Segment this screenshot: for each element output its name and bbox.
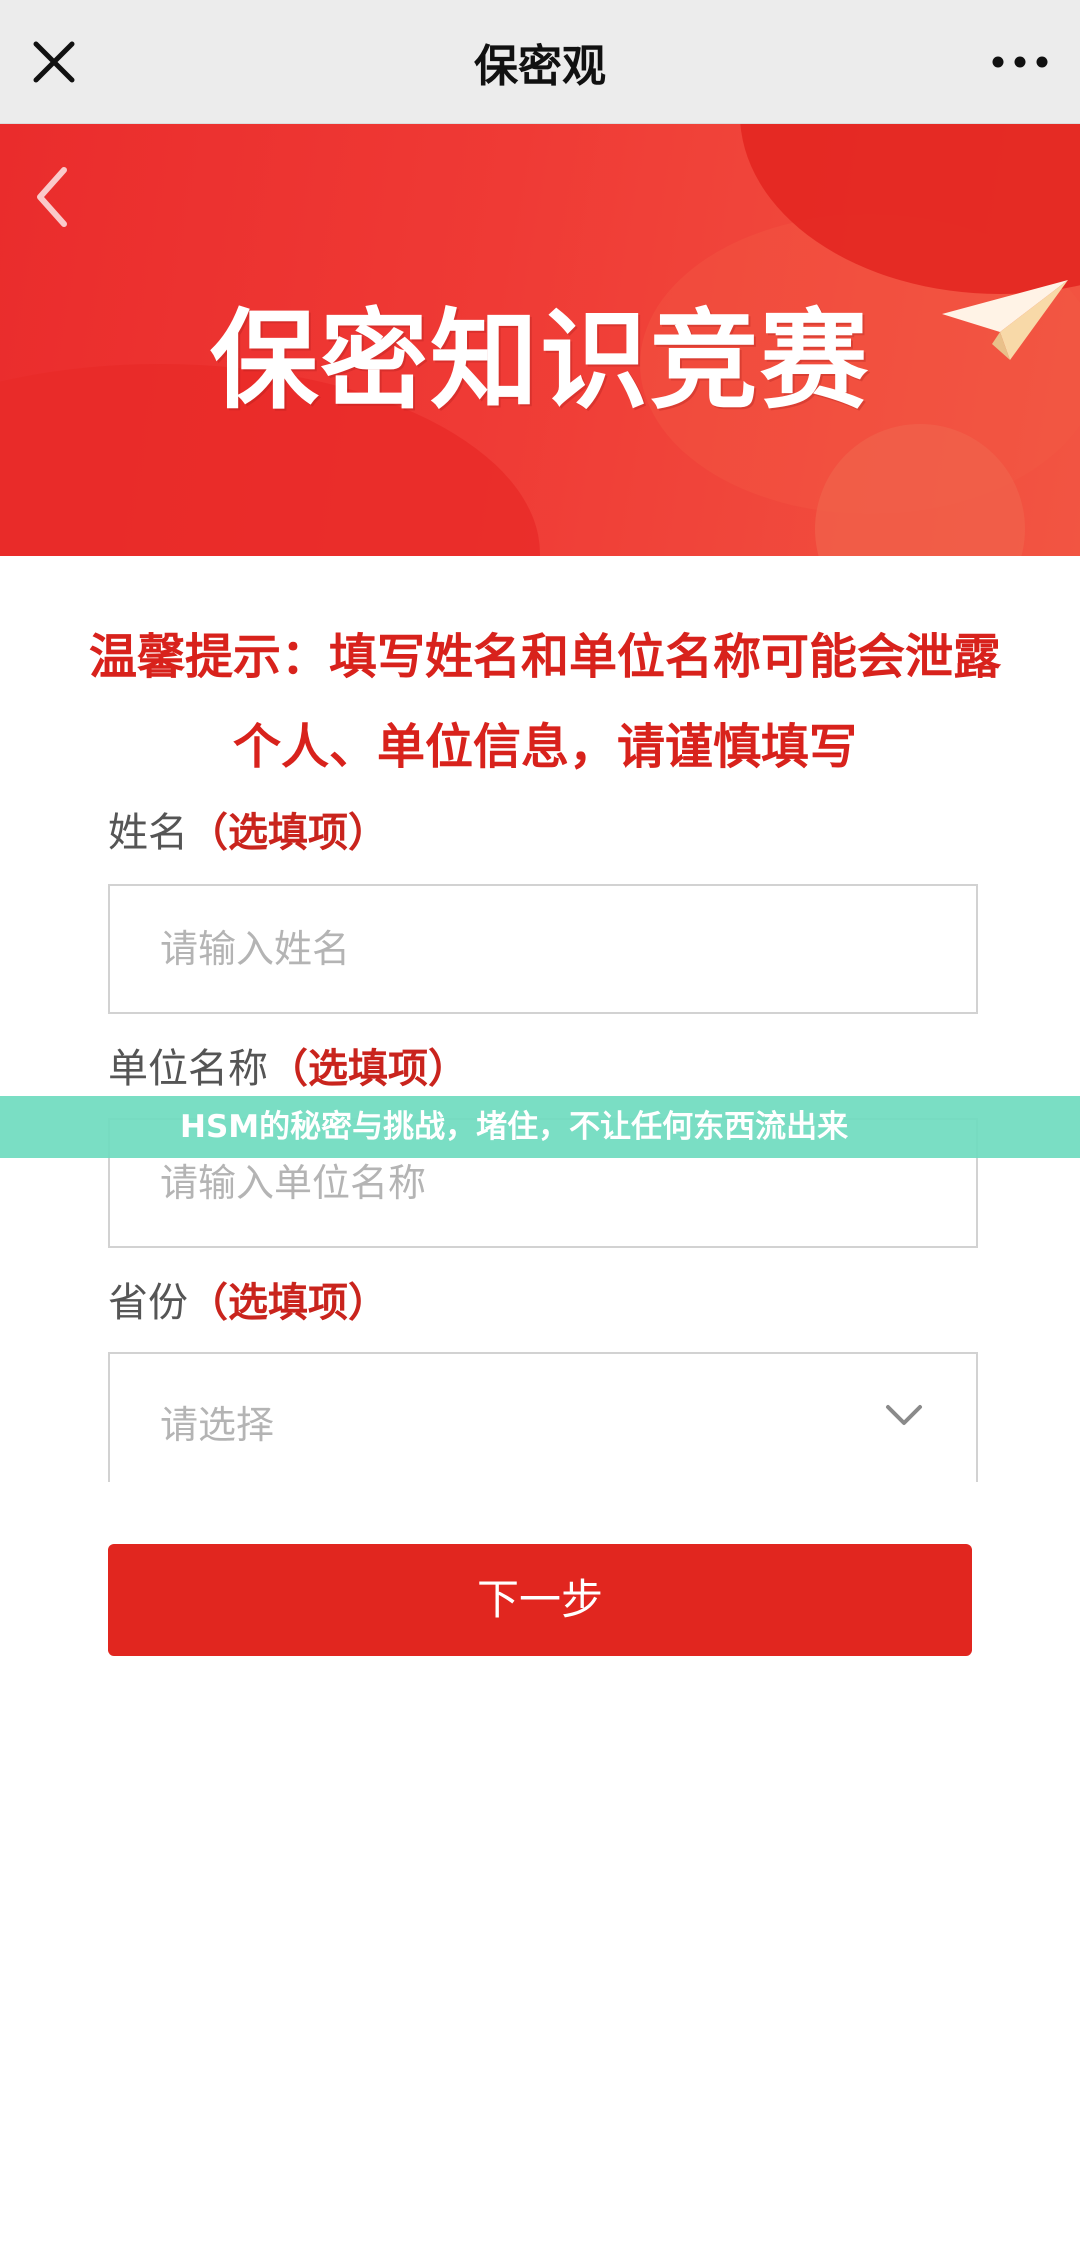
name-field-box (108, 884, 978, 1014)
page-title: 保密观 (474, 41, 606, 92)
chevron-left-icon[interactable] (30, 162, 74, 232)
province-label-text: 省份 (108, 1280, 188, 1326)
name-label: 姓名（选填项） (108, 800, 388, 858)
chevron-down-icon (884, 1402, 924, 1428)
optional-tag: （选填项） (188, 1279, 388, 1326)
province-select[interactable]: 请选择 (108, 1352, 978, 1482)
optional-tag: （选填项） (268, 1045, 468, 1092)
top-navigation-bar: 保密观 (0, 0, 1080, 124)
org-label-text: 单位名称 (108, 1046, 268, 1092)
banner-heading: 保密知识竞赛 (209, 298, 870, 424)
privacy-notice: 温馨提示：填写姓名和单位名称可能会泄露个人、单位信息，请谨慎填写 (88, 629, 1001, 775)
province-placeholder: 请选择 (160, 1403, 275, 1447)
name-input[interactable] (110, 886, 976, 1012)
name-label-text: 姓名 (108, 810, 188, 856)
next-step-button[interactable]: 下一步 (108, 1544, 972, 1656)
org-label: 单位名称（选填项） (108, 1036, 468, 1094)
province-label: 省份（选填项） (108, 1270, 388, 1328)
more-dots-icon[interactable] (988, 40, 1052, 84)
paper-plane-icon (940, 274, 1070, 364)
caption-banner: HSM的秘密与挑战，堵住，不让任何东西流出来 (0, 1096, 1080, 1158)
optional-tag: （选填项） (188, 809, 388, 856)
contest-banner: 保密知识竞赛 (0, 124, 1080, 556)
